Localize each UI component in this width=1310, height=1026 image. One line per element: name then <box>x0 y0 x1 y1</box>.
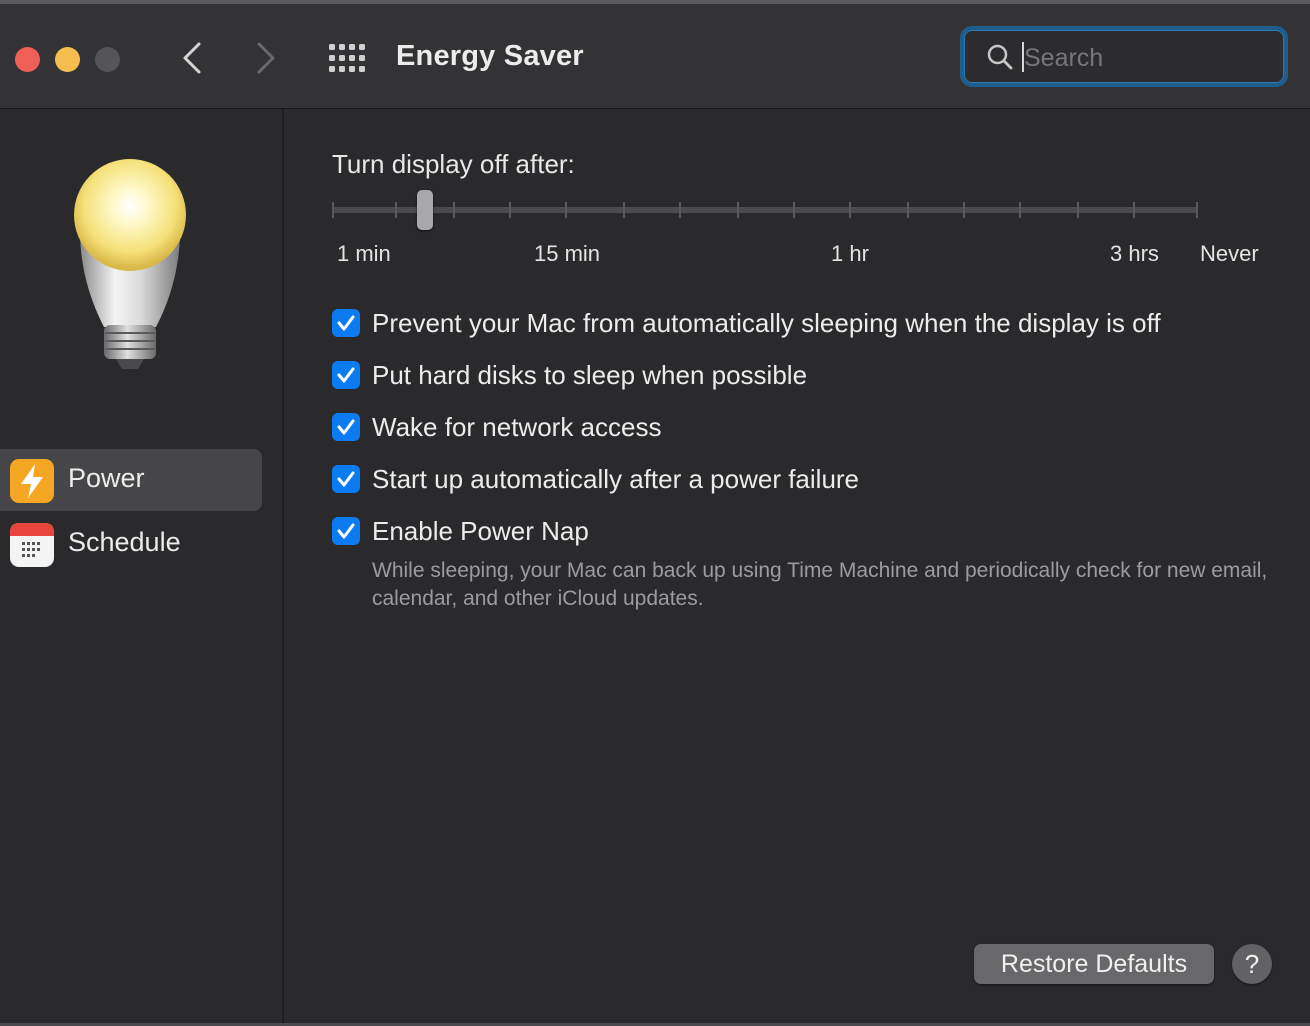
restore-defaults-button[interactable]: Restore Defaults <box>974 944 1214 984</box>
main-panel: Turn display off after: 1 min 15 min 1 h… <box>284 109 1310 1026</box>
search-field[interactable] <box>960 26 1288 87</box>
search-input[interactable] <box>1024 38 1274 78</box>
slider-tick <box>1196 202 1198 218</box>
checkmark-icon <box>337 367 355 383</box>
slider-label-never: Never <box>1200 241 1259 266</box>
slider-tick <box>509 202 511 218</box>
slider-tick <box>1019 202 1021 218</box>
help-button[interactable]: ? <box>1232 944 1272 984</box>
close-window-button[interactable] <box>15 47 40 72</box>
checkbox[interactable] <box>332 361 360 389</box>
slider-tick <box>737 202 739 218</box>
checkmark-icon <box>337 523 355 539</box>
sidebar-item-schedule[interactable]: Schedule <box>0 513 262 575</box>
sidebar: Power Schedule <box>0 109 284 1026</box>
slider-tick <box>623 202 625 218</box>
slider-label-3-hrs: 3 hrs <box>1110 241 1159 266</box>
slider-tick <box>565 202 567 218</box>
checkbox[interactable] <box>332 517 360 545</box>
option-label: Put hard disks to sleep when possible <box>372 360 808 390</box>
forward-button[interactable] <box>248 38 284 78</box>
display-off-slider-track[interactable] <box>332 207 1198 213</box>
checkmark-icon <box>337 471 355 487</box>
checkbox[interactable] <box>332 413 360 441</box>
search-icon <box>987 44 1013 70</box>
chevron-left-icon <box>183 42 201 74</box>
option-label: Enable Power Nap <box>372 516 589 546</box>
sidebar-item-power[interactable]: Power <box>0 449 262 511</box>
slider-tick <box>453 202 455 218</box>
slider-tick <box>907 202 909 218</box>
lightning-bolt-icon <box>10 459 54 503</box>
slider-label-1-hr: 1 hr <box>831 241 869 266</box>
slider-tick <box>963 202 965 218</box>
display-off-title: Turn display off after: <box>332 149 575 179</box>
checkbox[interactable] <box>332 309 360 337</box>
checkmark-icon <box>337 419 355 435</box>
chevron-right-icon <box>257 42 275 74</box>
option-label: Prevent your Mac from automatically slee… <box>372 308 1161 338</box>
checkmark-icon <box>337 315 355 331</box>
slider-tick <box>679 202 681 218</box>
slider-label-1-min: 1 min <box>337 241 391 266</box>
sidebar-item-label: Power <box>68 463 145 493</box>
slider-tick <box>332 202 334 218</box>
slider-tick <box>1133 202 1135 218</box>
show-all-button[interactable] <box>327 42 367 74</box>
option-label: Wake for network access <box>372 412 662 442</box>
window-title: Energy Saver <box>396 40 584 72</box>
checkbox[interactable] <box>332 465 360 493</box>
slider-label-15-min: 15 min <box>534 241 601 266</box>
calendar-icon <box>10 523 54 567</box>
minimize-window-button[interactable] <box>55 47 80 72</box>
power-nap-description: While sleeping, your Mac can back up usi… <box>372 559 1268 610</box>
grid-icon <box>329 44 365 72</box>
zoom-window-button[interactable] <box>95 47 120 72</box>
title-bar: Energy Saver <box>0 4 1310 109</box>
light-bulb-icon <box>74 159 186 369</box>
sidebar-item-label: Schedule <box>68 527 181 557</box>
display-off-slider-thumb[interactable] <box>417 190 433 230</box>
back-button[interactable] <box>174 38 210 78</box>
option-label: Start up automatically after a power fai… <box>372 464 860 494</box>
slider-tick <box>1077 202 1079 218</box>
energy-saver-window: Energy Saver Search Power Schedule Turn … <box>0 0 1310 1026</box>
slider-tick <box>793 202 795 218</box>
slider-tick <box>849 202 851 218</box>
slider-tick <box>395 202 397 218</box>
